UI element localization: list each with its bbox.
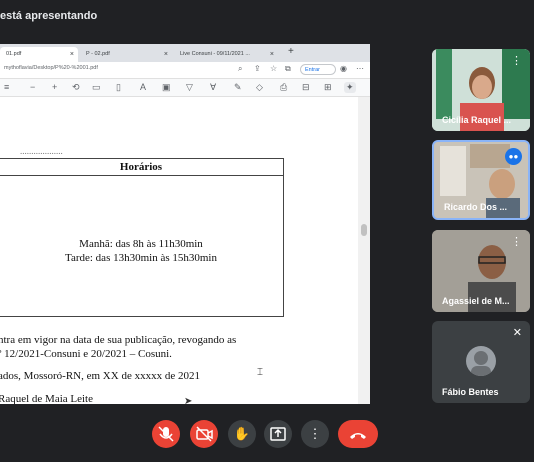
schedule-afternoon: Tarde: das 13h30min às 15h30min [65, 252, 217, 264]
scrollbar-thumb[interactable] [361, 224, 367, 236]
pdf-page: ................... Horários Manhã: das … [0, 97, 370, 404]
zoom-out-icon[interactable]: − [30, 82, 35, 92]
signin-button[interactable]: Entrar [300, 64, 336, 75]
speaking-indicator-icon: ●● [505, 148, 522, 165]
microphone-toggle-button[interactable] [152, 420, 180, 448]
close-icon[interactable]: × [70, 47, 74, 62]
avatar [466, 346, 496, 376]
browser-tab-1[interactable]: 01.pdf × [0, 47, 78, 62]
presenting-label: está apresentando [0, 10, 98, 22]
pdf-toolbar: ≡ − + ⟲ ▭ ▯ A ▣ ▽ ∀ ✎ ◇ ⎙ ⊟ ⊞ ✦ [0, 79, 370, 97]
browser-tab-2[interactable]: P - 02.pdf × [80, 47, 172, 62]
raise-hand-icon: ✋ [233, 426, 251, 441]
close-icon[interactable]: × [270, 47, 274, 62]
participant-tile[interactable]: ●● Ricardo Dos ... [432, 140, 530, 220]
bookmark-star-icon[interactable]: ☆ [270, 64, 277, 73]
text-cursor-icon: ⌶ [257, 367, 263, 378]
scrollbar[interactable] [358, 97, 370, 404]
participant-tile[interactable]: ⋮ Agassiel de M... [432, 230, 530, 312]
extensions-icon[interactable]: ⧉ [285, 64, 291, 74]
rotate-icon[interactable]: ⟲ [72, 82, 80, 93]
participant-name: Fábio Bentes [442, 387, 499, 397]
menu-icon[interactable]: ⋯ [356, 64, 364, 73]
browser-tab-3[interactable]: Live Consuni - 09/11/2021 ... × [174, 47, 278, 62]
filter-icon[interactable]: ▽ [186, 82, 193, 93]
more-options-button[interactable]: ⋮ [301, 420, 329, 448]
draw-icon[interactable]: ✎ [234, 82, 242, 93]
profile-icon[interactable]: ◉ [340, 64, 347, 73]
schedule-morning: Manhã: das 8h às 11h30min [79, 238, 203, 250]
print-icon[interactable]: ⎙ [280, 82, 287, 93]
tab-label: P - 02.pdf [86, 51, 110, 57]
save-as-icon[interactable]: ⊞ [324, 82, 332, 93]
paragraph-line: ntra em vigor na data de sua publicação,… [0, 334, 237, 346]
more-icon[interactable]: ⋮ [511, 235, 522, 248]
close-icon[interactable]: × [164, 47, 168, 62]
fit-page-icon[interactable]: ▭ [92, 82, 101, 93]
camera-toggle-button[interactable] [190, 420, 218, 448]
participant-name: Agassiel de M... [442, 296, 510, 306]
highlight-icon[interactable]: ∀ [210, 82, 216, 93]
page-view-icon[interactable]: ▯ [116, 82, 121, 93]
two-page-icon[interactable]: ▣ [162, 82, 171, 93]
present-button[interactable] [264, 420, 292, 448]
participant-name: Ricardo Dos ... [444, 202, 508, 212]
pin-icon[interactable]: ✦ [344, 82, 356, 93]
browser-tab-bar: 01.pdf × P - 02.pdf × Live Consuni - 09/11… [0, 44, 370, 62]
mic-off-icon: ✕ [512, 327, 522, 339]
signatory: Raquel de Maia Leite [0, 393, 93, 404]
new-tab-button[interactable]: + [288, 46, 294, 57]
schedule-table: Horários Manhã: das 8h às 11h30min Tarde… [0, 158, 284, 317]
mic-off-icon [158, 426, 174, 442]
eraser-icon[interactable]: ◇ [256, 82, 263, 93]
table-header: Horários [0, 159, 283, 176]
place-date: ados, Mossoró-RN, em XX de xxxxx de 2021 [0, 370, 200, 382]
more-vert-icon: ⋮ [308, 426, 322, 441]
pointer-cursor-icon: ➤ [184, 396, 193, 404]
participant-tile[interactable]: ⋮ Cicília Raquel ... [432, 49, 530, 131]
more-icon[interactable]: ⋮ [511, 54, 522, 67]
shared-screen: 01.pdf × P - 02.pdf × Live Consuni - 09/11… [0, 44, 370, 404]
camera-off-icon [196, 426, 213, 442]
zoom-icon[interactable]: ⌕ [238, 64, 242, 74]
tab-label: Live Consuni - 09/11/2021 ... [180, 51, 250, 57]
list-icon[interactable]: ≡ [4, 82, 9, 92]
share-icon[interactable]: ⇪ [254, 64, 261, 73]
read-aloud-icon[interactable]: A [140, 82, 146, 92]
end-call-icon [350, 433, 366, 439]
participant-tile[interactable]: ✕ Fábio Bentes [432, 321, 530, 403]
zoom-in-icon[interactable]: + [52, 82, 57, 92]
address-bar: mythoflavia/Desktop/P%20-%2001.pdf ⌕ ⇪ ☆… [0, 62, 370, 79]
save-icon[interactable]: ⊟ [302, 82, 310, 93]
raise-hand-button[interactable]: ✋ [228, 420, 256, 448]
paragraph-line: º 12/2021-Consuni e 20/2021 – Cosuni. [0, 348, 172, 360]
present-icon [270, 427, 286, 441]
participant-name: Cicília Raquel ... [442, 115, 512, 125]
end-call-button[interactable] [338, 420, 378, 448]
cut-heading: ................... [20, 146, 63, 156]
tab-label: 01.pdf [6, 51, 22, 57]
url-field[interactable]: mythoflavia/Desktop/P%20-%2001.pdf [4, 65, 98, 71]
